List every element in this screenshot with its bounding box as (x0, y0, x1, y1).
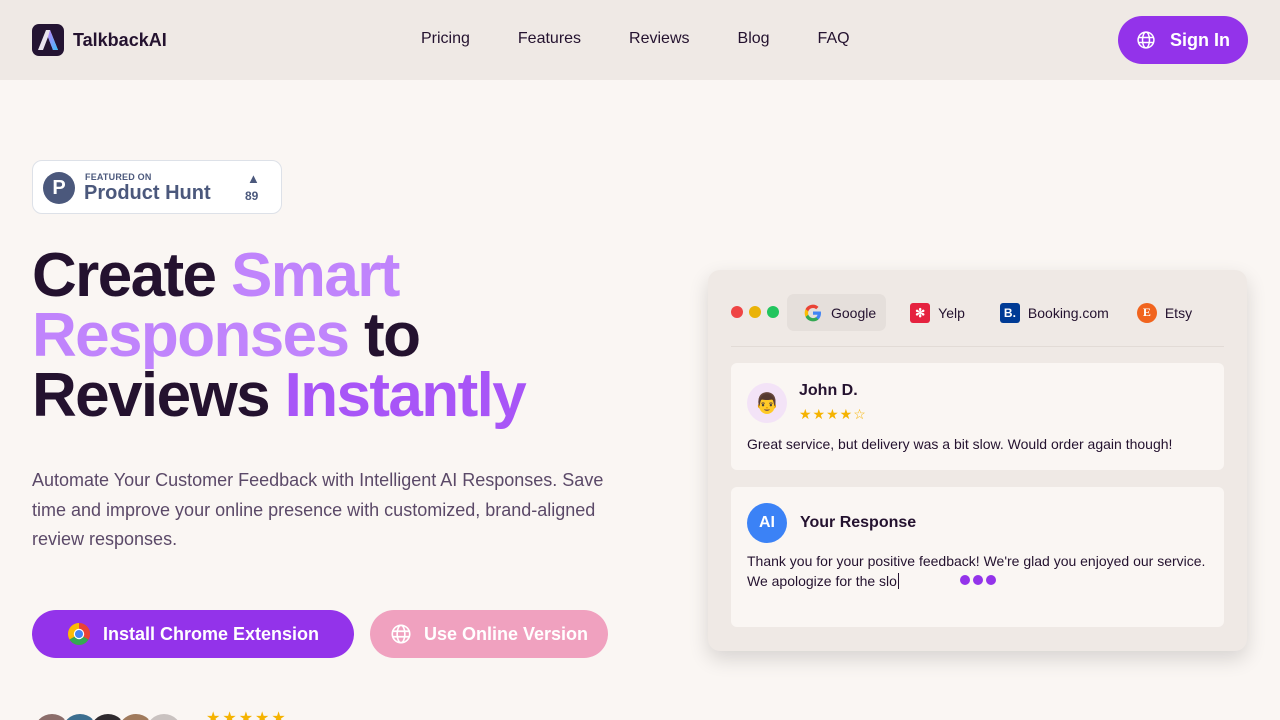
hero-title-highlight: Smart (231, 241, 400, 310)
site-header: TalkbackAI Pricing Features Reviews Blog… (0, 0, 1280, 80)
review-stars: ★★★★☆ (799, 406, 867, 422)
nav-faq[interactable]: FAQ (818, 30, 850, 48)
logo-icon (32, 24, 64, 56)
product-hunt-votes: 89 (245, 189, 259, 203)
tab-label: Google (831, 304, 877, 321)
globe-icon (391, 624, 411, 644)
etsy-icon: E (1136, 302, 1157, 323)
tab-google[interactable]: Google (787, 294, 887, 331)
yelp-icon: ✻ (910, 302, 931, 323)
product-hunt-name: Product Hunt (84, 182, 211, 204)
use-online-version-label: Use Online Version (423, 623, 589, 644)
hero-title-word: Reviews (32, 361, 271, 430)
sign-in-button[interactable]: Sign In (1118, 16, 1248, 64)
globe-icon (1137, 31, 1155, 49)
booking-icon: B. (999, 302, 1020, 323)
upvote-icon: ▲ (247, 171, 260, 186)
sign-in-label: Sign In (1170, 29, 1230, 50)
hero-title-word: Create (32, 241, 217, 310)
hero-subtitle: Automate Your Customer Feedback with Int… (32, 470, 604, 549)
window-dot-red (731, 306, 743, 318)
use-online-version-button[interactable]: Use Online Version (370, 610, 608, 658)
platform-tabs: Google ✻ Yelp B. Booking.com E Etsy (787, 294, 1202, 331)
divider (731, 346, 1224, 347)
customer-review: 👨 John D. ★★★★☆ Great service, but deliv… (731, 363, 1224, 470)
product-hunt-icon: P (43, 172, 75, 204)
ai-response: AI Your Response Thank you for your posi… (731, 487, 1224, 627)
review-response-demo: Google ✻ Yelp B. Booking.com E Etsy 👨 Jo… (708, 270, 1247, 651)
nav-features[interactable]: Features (518, 30, 581, 48)
ai-avatar: AI (747, 503, 787, 543)
tab-label: Yelp (938, 304, 965, 321)
tab-booking[interactable]: B. Booking.com (975, 294, 1119, 331)
google-icon (803, 303, 823, 323)
tab-etsy[interactable]: E Etsy (1119, 294, 1202, 331)
product-hunt-badge[interactable]: P FEATURED ON Product Hunt ▲ 89 (32, 160, 282, 214)
window-controls (731, 306, 779, 318)
brand-logo[interactable]: TalkbackAI (32, 24, 167, 56)
user-avatars (32, 712, 184, 720)
window-dot-yellow (749, 306, 761, 318)
nav-pricing[interactable]: Pricing (421, 30, 470, 48)
typing-indicator (960, 575, 996, 585)
typing-dot (960, 575, 970, 585)
window-dot-green (767, 306, 779, 318)
tab-label: Booking.com (1027, 304, 1109, 321)
install-chrome-extension-button[interactable]: Install Chrome Extension (32, 610, 354, 658)
reviewer-name: John D. (799, 382, 858, 399)
nav-reviews[interactable]: Reviews (629, 30, 689, 48)
typing-cursor (897, 573, 899, 589)
reviewer-avatar: 👨 (747, 383, 787, 423)
hero-title-highlight: Instantly (284, 361, 527, 430)
rating-stars: ★★★★★ (206, 710, 288, 720)
hero-title-highlight: Responses (32, 301, 350, 370)
review-text: Great service, but delivery was a bit sl… (747, 436, 1173, 452)
typing-dot (973, 575, 983, 585)
typing-dot (986, 575, 996, 585)
tab-label: Etsy (1164, 304, 1193, 321)
hero-title-word: to (364, 301, 421, 370)
install-chrome-extension-label: Install Chrome Extension (102, 623, 320, 644)
brand-name: TalkbackAI (73, 29, 167, 50)
product-hunt-featured: FEATURED ON (85, 172, 152, 182)
hero-title: Create Smart Responses to Reviews Instan… (32, 245, 652, 427)
avatar (144, 712, 184, 720)
response-text-container: Thank you for your positive feedback! We… (747, 551, 1217, 591)
nav-blog[interactable]: Blog (738, 30, 770, 48)
response-title: Your Response (800, 514, 917, 531)
main-nav: Pricing Features Reviews Blog FAQ (421, 30, 850, 48)
tab-yelp[interactable]: ✻ Yelp (886, 294, 975, 331)
chrome-icon (67, 623, 90, 645)
